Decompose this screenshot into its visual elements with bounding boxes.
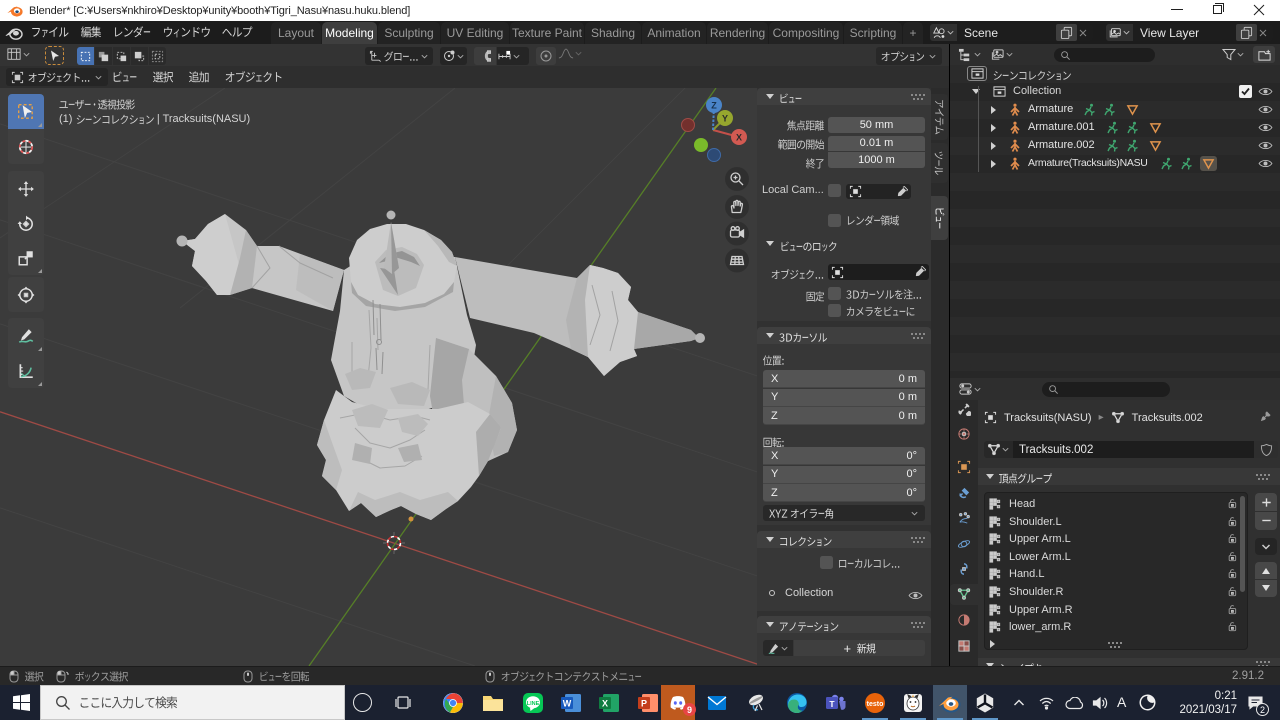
svg-text:LINE: LINE bbox=[527, 701, 540, 707]
svg-text:X: X bbox=[602, 699, 608, 709]
svg-text:testo: testo bbox=[867, 701, 884, 708]
svg-text:P: P bbox=[641, 699, 647, 709]
svg-text:T: T bbox=[829, 699, 835, 709]
svg-text:W: W bbox=[563, 699, 572, 709]
